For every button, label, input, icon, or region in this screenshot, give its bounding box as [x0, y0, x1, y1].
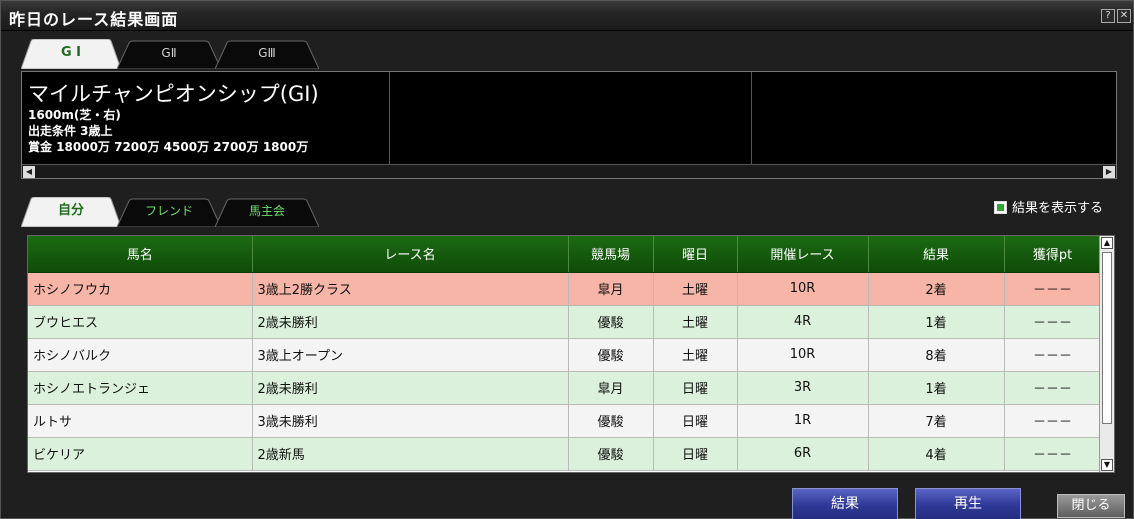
table-row[interactable]: ブウヒエス 2歳未勝利 優駿 土曜 4R 1着 －－－ [28, 305, 1102, 339]
cell-day: 土曜 [653, 272, 738, 306]
race-name: マイルチャンピオンシップ(GⅠ) [28, 82, 319, 106]
cell-pt: －－－ [1004, 404, 1102, 438]
race-info-panel: マイルチャンピオンシップ(GⅠ) 1600m(芝・右) 出走条件 3歳上 賞金 … [21, 71, 1117, 179]
cell-race-no: 10R [737, 338, 869, 372]
cell-race-no: 4R [737, 305, 869, 339]
scroll-left-icon[interactable]: ◀ [23, 166, 35, 178]
cell-horse: ホシノフウカ [28, 272, 253, 306]
cell-horse: ビケリア [28, 437, 253, 471]
cell-result: 2着 [868, 272, 1005, 306]
title-bar: 昨日のレース結果画面 ? ✕ [1, 1, 1133, 31]
results-table-container: 馬名 レース名 競馬場 曜日 開催レース 結果 獲得pt ホシノフウカ 3歳上2… [27, 235, 1115, 473]
table-row[interactable]: ビケリア 2歳新馬 優駿 日曜 6R 4着 －－－ [28, 437, 1102, 471]
tab-g3-label: GⅢ [258, 46, 276, 60]
column-header[interactable]: 競馬場 [568, 236, 654, 273]
tab-g3[interactable]: GⅢ [215, 39, 319, 69]
table-vscrollbar[interactable]: ▲ ▼ [1099, 236, 1114, 472]
show-result-toggle[interactable]: 結果を表示する [994, 197, 1104, 216]
results-table: 馬名 レース名 競馬場 曜日 開催レース 結果 獲得pt ホシノフウカ 3歳上2… [28, 236, 1102, 471]
tab-g2[interactable]: GⅡ [117, 39, 221, 69]
close-icon[interactable]: ✕ [1117, 9, 1131, 23]
cell-track: 優駿 [568, 404, 654, 438]
cell-result: 1着 [868, 305, 1005, 339]
cell-track: 優駿 [568, 437, 654, 471]
cell-day: 土曜 [653, 305, 738, 339]
cell-race-no: 6R [737, 437, 869, 471]
column-header[interactable]: 開催レース [737, 236, 869, 273]
window-title: 昨日のレース結果画面 [9, 10, 179, 29]
race-info-column-2 [390, 72, 752, 164]
tab-friend[interactable]: フレンド [117, 197, 221, 227]
cell-race: 3歳未勝利 [252, 404, 569, 438]
cell-horse: ブウヒエス [28, 305, 253, 339]
tab-owners-club[interactable]: 馬主会 [215, 197, 319, 227]
show-result-label: 結果を表示する [1012, 201, 1104, 216]
table-header-row: 馬名 レース名 競馬場 曜日 開催レース 結果 獲得pt [28, 236, 1102, 273]
tab-self[interactable]: 自分 [21, 197, 121, 227]
cell-day: 日曜 [653, 371, 738, 405]
cell-result: 4着 [868, 437, 1005, 471]
scroll-right-icon[interactable]: ▶ [1103, 166, 1115, 178]
column-header[interactable]: 馬名 [28, 236, 253, 273]
table-row[interactable]: ホシノバルク 3歳上オープン 優駿 土曜 10R 8着 －－－ [28, 338, 1102, 372]
cell-race-no: 1R [737, 404, 869, 438]
scroll-up-icon[interactable]: ▲ [1101, 237, 1113, 249]
table-row[interactable]: ルトサ 3歳未勝利 優駿 日曜 1R 7着 －－－ [28, 404, 1102, 438]
table-row[interactable]: ホシノフウカ 3歳上2勝クラス 皐月 土曜 10R 2着 －－－ [28, 272, 1102, 306]
cell-pt: －－－ [1004, 305, 1102, 339]
scroll-down-icon[interactable]: ▼ [1101, 459, 1113, 471]
cell-race: 3歳上オープン [252, 338, 569, 372]
scroll-thumb[interactable] [1102, 252, 1112, 424]
cell-horse: ルトサ [28, 404, 253, 438]
cell-race: 3歳上2勝クラス [252, 272, 569, 306]
column-header[interactable]: 獲得pt [1004, 236, 1102, 273]
cell-horse: ホシノエトランジェ [28, 371, 253, 405]
column-header[interactable]: 曜日 [653, 236, 738, 273]
cell-pt: －－－ [1004, 272, 1102, 306]
cell-result: 8着 [868, 338, 1005, 372]
cell-day: 日曜 [653, 437, 738, 471]
cell-race: 2歳未勝利 [252, 305, 569, 339]
column-header[interactable]: レース名 [252, 236, 569, 273]
table-row[interactable]: ホシノエトランジェ 2歳未勝利 皐月 日曜 3R 1着 －－－ [28, 371, 1102, 405]
cell-pt: －－－ [1004, 371, 1102, 405]
cell-pt: －－－ [1004, 437, 1102, 471]
tab-self-label: 自分 [57, 203, 84, 218]
tab-friend-label: フレンド [144, 204, 193, 218]
show-result-checkbox[interactable] [994, 201, 1007, 214]
cell-result: 1着 [868, 371, 1005, 405]
race-info-column-1: マイルチャンピオンシップ(GⅠ) 1600m(芝・右) 出走条件 3歳上 賞金 … [22, 72, 390, 164]
cell-track: 皐月 [568, 272, 654, 306]
cell-result: 7着 [868, 404, 1005, 438]
race-panel-hscrollbar[interactable]: ◀ ▶ [22, 164, 1116, 178]
race-prize: 賞金 18000万 7200万 4500万 2700万 1800万 [28, 140, 309, 154]
help-icon[interactable]: ? [1101, 9, 1115, 23]
close-button[interactable]: 閉じる [1057, 494, 1125, 518]
cell-day: 土曜 [653, 338, 738, 372]
cell-horse: ホシノバルク [28, 338, 253, 372]
tab-g2-label: GⅡ [161, 46, 177, 60]
cell-race: 2歳未勝利 [252, 371, 569, 405]
user-tab-bar: 自分 フレンド 馬主会 [21, 197, 341, 227]
replay-button[interactable]: 再生 [915, 488, 1021, 519]
tab-owners-club-label: 馬主会 [248, 204, 285, 218]
tab-g1-label: G I [60, 45, 82, 60]
column-header[interactable]: 結果 [868, 236, 1005, 273]
tab-g1[interactable]: G I [21, 39, 121, 69]
race-result-window: 昨日のレース結果画面 ? ✕ G I GⅡ GⅢ マイルチャンピオンシップ(GⅠ… [0, 0, 1134, 519]
race-distance: 1600m(芝・右) [28, 108, 121, 122]
cell-day: 日曜 [653, 404, 738, 438]
cell-track: 皐月 [568, 371, 654, 405]
cell-race-no: 3R [737, 371, 869, 405]
grade-tab-bar: G I GⅡ GⅢ [21, 39, 341, 69]
cell-track: 優駿 [568, 338, 654, 372]
cell-track: 優駿 [568, 305, 654, 339]
cell-pt: －－－ [1004, 338, 1102, 372]
cell-race: 2歳新馬 [252, 437, 569, 471]
race-condition: 出走条件 3歳上 [28, 124, 113, 138]
cell-race-no: 10R [737, 272, 869, 306]
result-button[interactable]: 結果 [792, 488, 898, 519]
